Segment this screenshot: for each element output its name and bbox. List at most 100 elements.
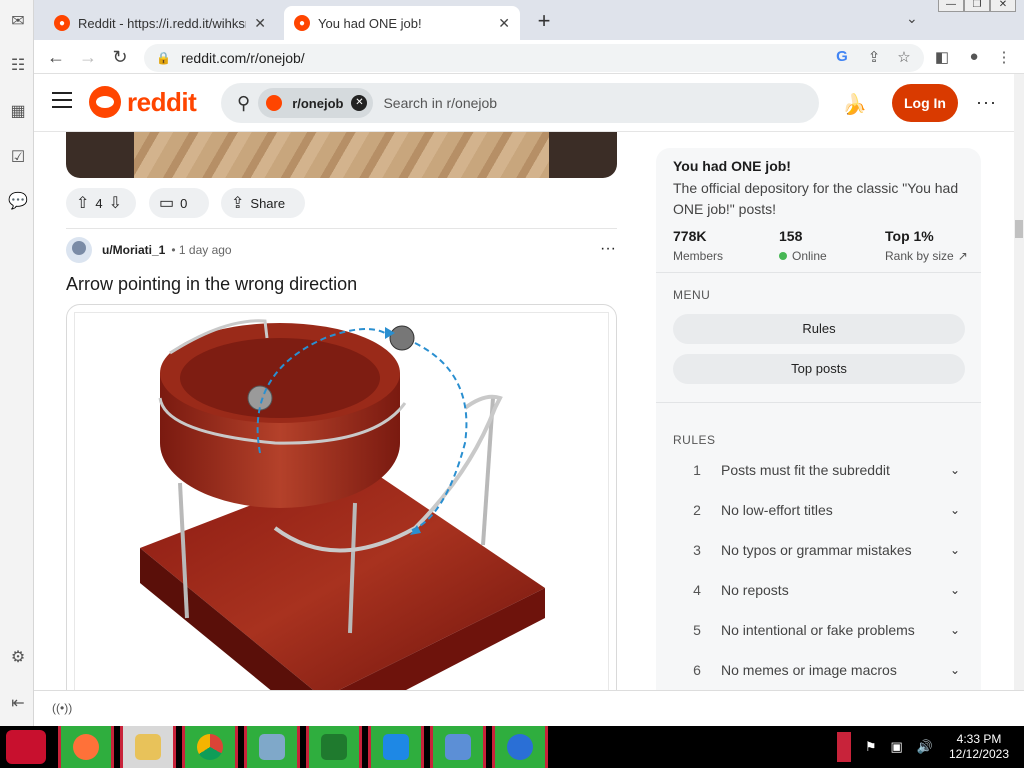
sidebar-divider [656, 402, 981, 403]
share-icon: ⇪ [231, 195, 245, 212]
forward-arrow-icon[interactable]: → [76, 45, 100, 69]
share-button[interactable]: ⇪ Share [221, 188, 305, 218]
rule-text: No typos or grammar mistakes [721, 542, 912, 558]
christmas-tree-icon [321, 734, 347, 760]
stat-rank[interactable]: Top 1% Rank by size ↗ [885, 228, 968, 263]
post-more-icon[interactable]: ··· [600, 240, 616, 258]
downvote-icon[interactable]: ⇩ [109, 193, 122, 213]
subreddit-avatar-icon [266, 95, 283, 111]
close-tab-icon[interactable]: ✕ [498, 15, 510, 32]
stat-members: 778K Members [673, 228, 723, 263]
reddit-logo[interactable]: reddit [89, 86, 197, 118]
community-description: The official depository for the classic … [673, 180, 959, 217]
tab-search-chevron-icon[interactable]: ⌄ [906, 10, 918, 27]
share-label: Share [250, 195, 286, 211]
rule-item[interactable]: 4 No reposts ⌄ [673, 570, 965, 610]
rule-item[interactable]: 3 No typos or grammar mistakes ⌄ [673, 530, 965, 570]
post-divider [66, 228, 617, 229]
taskbar-firefox[interactable] [58, 726, 114, 768]
previous-post-image[interactable] [66, 132, 617, 178]
volume-icon[interactable]: 🔊 [917, 739, 933, 755]
rule-text: No low-effort titles [721, 502, 833, 518]
taskbar-tree[interactable] [306, 726, 362, 768]
rule-number: 3 [693, 542, 701, 558]
clock-date: 12/12/2023 [948, 747, 1010, 761]
flag-icon[interactable]: ⚑ [865, 739, 877, 755]
mail-icon[interactable]: ✉ [8, 12, 28, 32]
browser-menu-icon[interactable]: ⋮ [994, 48, 1014, 66]
taskbar-computer[interactable] [244, 726, 300, 768]
tab-strip: ● Reddit - https://i.redd.it/wihksn0 ✕ ●… [34, 0, 1024, 40]
mail-client-icon [507, 734, 533, 760]
tab-reddit-image[interactable]: ● Reddit - https://i.redd.it/wihksn0 ✕ [44, 6, 276, 40]
reload-icon[interactable]: ↻ [108, 45, 132, 69]
post-author[interactable]: u/Moriati_1 [102, 243, 165, 257]
chevron-down-icon: ⌄ [949, 503, 961, 517]
side-panel-icon[interactable]: ◧ [932, 48, 952, 66]
online-label: Online [792, 249, 827, 263]
new-tab-icon[interactable]: + [532, 8, 556, 34]
search-input[interactable]: Search in r/onejob [383, 95, 497, 111]
firefox-icon [73, 734, 99, 760]
banana-icon[interactable]: 🍌 [842, 92, 867, 117]
sidebar-divider [656, 272, 981, 273]
contacts-icon[interactable]: ☷ [8, 56, 28, 76]
chat-icon[interactable]: 💬 [8, 192, 28, 212]
rule-item[interactable]: 2 No low-effort titles ⌄ [673, 490, 965, 530]
chip-label: r/onejob [292, 95, 344, 111]
settings-gear-icon[interactable]: ⚙ [8, 648, 28, 668]
bookmark-star-icon[interactable]: ☆ [894, 48, 914, 66]
post-title[interactable]: Arrow pointing in the wrong direction [66, 274, 357, 295]
rule-number: 6 [693, 662, 701, 678]
menu-rules-button[interactable]: Rules [673, 314, 965, 344]
post-image-frame[interactable] [66, 304, 617, 726]
reddit-favicon-icon: ● [54, 15, 70, 31]
rule-item[interactable]: 1 Posts must fit the subreddit ⌄ [673, 450, 965, 490]
tasks-icon[interactable]: ☑ [8, 148, 28, 168]
kinetic-toy-illustration [140, 319, 545, 726]
back-arrow-icon[interactable]: ← [44, 45, 68, 69]
search-icon: ⚲ [237, 92, 251, 113]
site-info-icon[interactable]: 🔒 [156, 51, 171, 65]
menu-top-posts-button[interactable]: Top posts [673, 354, 965, 384]
close-window-icon[interactable]: ✕ [990, 0, 1016, 12]
clear-chip-icon[interactable]: ✕ [351, 95, 368, 111]
more-options-icon[interactable]: ··· [976, 92, 997, 113]
calendar-icon[interactable]: ▦ [8, 102, 28, 122]
tab-onejob[interactable]: ● You had ONE job! ✕ [284, 6, 520, 40]
profile-avatar-icon[interactable]: ● [964, 48, 984, 65]
rule-item[interactable]: 6 No memes or image macros ⌄ [673, 650, 965, 690]
stat-online: 158 Online [779, 228, 827, 263]
vote-pill: ⇧ 4 ⇩ [66, 188, 136, 218]
maximize-icon[interactable]: ❐ [964, 0, 990, 12]
share-page-icon[interactable]: ⇪ [864, 48, 884, 66]
network-icon[interactable]: ▣ [891, 739, 903, 755]
taskbar-file-explorer[interactable] [120, 726, 176, 768]
taskbar-download[interactable] [368, 726, 424, 768]
google-lens-icon[interactable]: G [832, 48, 852, 65]
computer-icon [259, 734, 285, 760]
chevron-down-icon: ⌄ [949, 463, 961, 477]
start-button-santa-icon[interactable] [6, 730, 46, 764]
hamburger-menu-icon[interactable] [52, 92, 72, 108]
minimize-icon[interactable]: — [938, 0, 964, 12]
scrollbar-thumb[interactable] [1015, 220, 1023, 238]
address-bar[interactable]: 🔒 reddit.com/r/onejob/ [144, 44, 924, 72]
taskbar-chrome[interactable] [182, 726, 238, 768]
page-scrollbar[interactable] [1014, 74, 1024, 690]
rule-item[interactable]: 5 No intentional or fake problems ⌄ [673, 610, 965, 650]
vote-count: 4 [95, 195, 103, 211]
taskbar-control-panel[interactable] [430, 726, 486, 768]
comments-button[interactable]: ▭ 0 [149, 188, 209, 218]
upvote-icon[interactable]: ⇧ [76, 193, 89, 213]
subreddit-chip[interactable]: r/onejob ✕ [258, 88, 374, 118]
search-bar[interactable]: ⚲ r/onejob ✕ Search in r/onejob [221, 83, 819, 123]
taskbar-thunderbird[interactable] [492, 726, 548, 768]
browser-toolbar: ← → ↻ 🔒 reddit.com/r/onejob/ G ⇪ ☆ ◧ ● ⋮ [34, 40, 1024, 74]
taskbar-clock[interactable]: 4:33 PM 12/12/2023 [944, 732, 1014, 762]
user-avatar[interactable] [66, 237, 92, 263]
login-button[interactable]: Log In [892, 84, 958, 122]
close-tab-icon[interactable]: ✕ [254, 15, 266, 32]
rule-number: 4 [693, 582, 701, 598]
collapse-icon[interactable]: ⇤ [8, 694, 28, 714]
